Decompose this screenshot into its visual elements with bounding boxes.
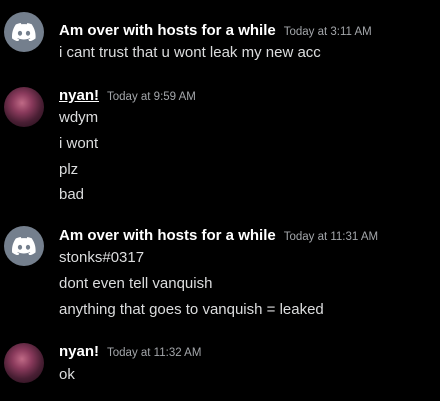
user-avatar[interactable] — [4, 87, 44, 127]
timestamp: Today at 9:59 AM — [107, 91, 196, 103]
message-text: i cant trust that u wont leak my new acc — [59, 44, 321, 61]
default-avatar-icon[interactable] — [4, 226, 44, 266]
user-avatar[interactable] — [4, 343, 44, 383]
message-header: nyan! Today at 9:59 AM — [59, 87, 196, 107]
message-text: i wont — [59, 135, 99, 152]
chat-log: Am over with hosts for a while Today at … — [0, 0, 440, 401]
message-text: ok — [59, 366, 75, 383]
message-text: dont even tell vanquish — [59, 275, 213, 292]
timestamp: Today at 11:31 AM — [283, 231, 379, 243]
discord-logo-icon — [12, 23, 36, 41]
timestamp: Today at 3:11 AM — [283, 26, 372, 38]
username[interactable]: Am over with hosts for a while — [59, 22, 276, 39]
timestamp: Today at 11:32 AM — [107, 347, 202, 359]
discord-logo-icon — [12, 237, 36, 255]
message-text: plz — [59, 161, 79, 178]
username[interactable]: Am over with hosts for a while — [59, 227, 276, 244]
message-header: nyan! Today at 11:32 AM — [59, 343, 201, 363]
message-text: stonks#0317 — [59, 249, 145, 266]
username[interactable]: nyan! — [59, 343, 99, 360]
username[interactable]: nyan! — [59, 87, 99, 104]
message-text: bad — [59, 186, 85, 203]
default-avatar-icon[interactable] — [4, 12, 44, 52]
message-header: Am over with hosts for a while Today at … — [59, 227, 378, 247]
message-header: Am over with hosts for a while Today at … — [59, 22, 372, 42]
message-text: wdym — [59, 109, 99, 126]
message-text: anything that goes to vanquish = leaked — [59, 301, 324, 318]
